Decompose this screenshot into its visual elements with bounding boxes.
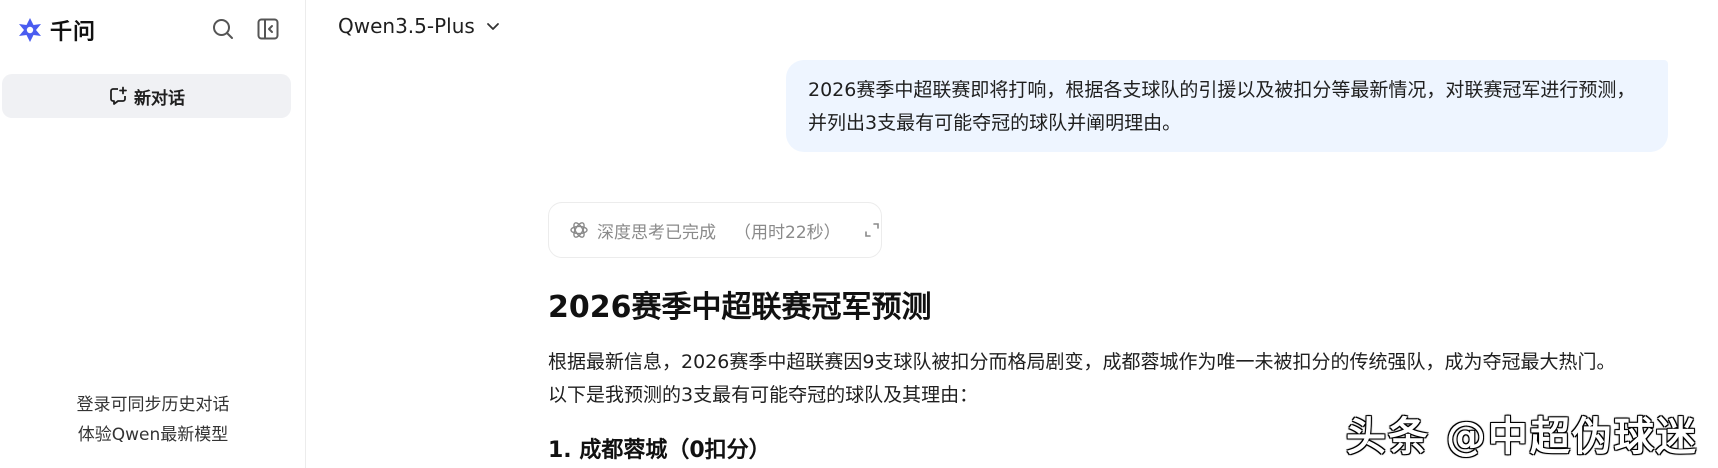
search-icon[interactable] bbox=[210, 16, 236, 42]
thinking-label: 深度思考已完成 bbox=[597, 222, 716, 243]
login-hint[interactable]: 登录可同步历史对话 体验Qwen最新模型 bbox=[0, 390, 306, 450]
brand[interactable]: 千问 bbox=[16, 14, 96, 46]
brain-icon bbox=[570, 222, 588, 238]
thinking-status[interactable]: 深度思考已完成 （用时22秒） bbox=[548, 202, 882, 258]
answer-title: 2026赛季中超联赛冠军预测 bbox=[548, 290, 932, 325]
login-hint-line1: 登录可同步历史对话 bbox=[76, 395, 230, 415]
expand-icon[interactable] bbox=[863, 221, 881, 239]
watermark: 头条 @中超伪球迷 bbox=[1346, 404, 1698, 462]
login-hint-line2: 体验Qwen最新模型 bbox=[77, 425, 229, 445]
user-message: 2026赛季中超联赛即将打响，根据各支球队的引援以及被扣分等最新情况，对联赛冠军… bbox=[786, 60, 1668, 152]
answer-paragraph-line1: 根据最新信息，2026赛季中超联赛因9支球队被扣分而格局剧变，成都蓉城作为唯一未… bbox=[548, 351, 1616, 373]
model-name: Qwen3.5-Plus bbox=[338, 14, 475, 38]
new-chat-button[interactable]: 新对话 bbox=[2, 74, 291, 118]
answer-heading: 1. 成都蓉城（0扣分） bbox=[548, 438, 771, 463]
new-chat-label: 新对话 bbox=[134, 88, 185, 109]
model-selector[interactable]: Qwen3.5-Plus bbox=[338, 14, 501, 38]
qwen-star-icon bbox=[19, 18, 41, 42]
chevron-down-icon bbox=[486, 23, 499, 30]
answer-paragraph: 根据最新信息，2026赛季中超联赛因9支球队被扣分而格局剧变，成都蓉城作为唯一未… bbox=[548, 346, 1678, 412]
brand-name: 千问 bbox=[50, 20, 97, 45]
sidebar-collapse-icon[interactable] bbox=[255, 16, 281, 42]
new-chat-icon bbox=[110, 86, 127, 105]
watermark-text: 头条 @中超伪球迷 bbox=[1346, 414, 1698, 460]
thinking-time: （用时22秒） bbox=[734, 222, 841, 243]
sidebar: 千问 新对话 登录可同步历史对话 体验Qwen最新模型 bbox=[0, 0, 306, 468]
